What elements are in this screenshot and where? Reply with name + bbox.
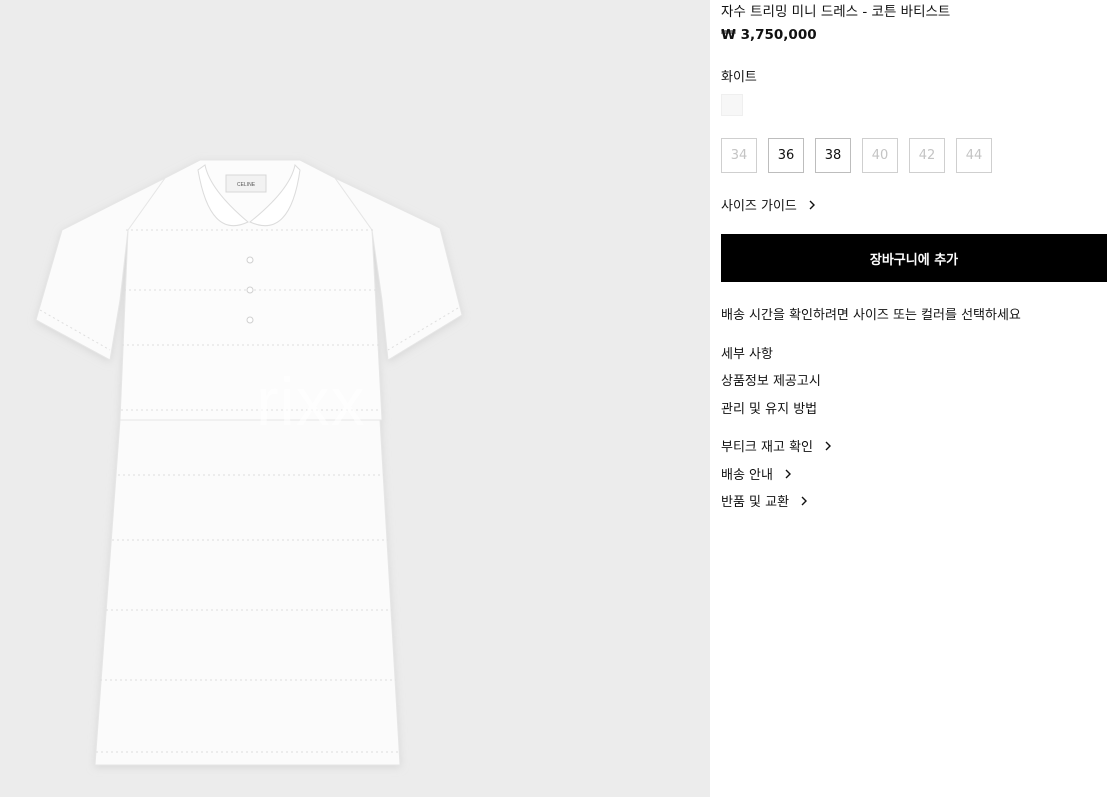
- size-option-42[interactable]: 42: [909, 138, 945, 173]
- details-toggle[interactable]: 세부 사항: [721, 343, 773, 362]
- size-selector: 34 36 38 40 42 44: [721, 138, 992, 173]
- watermark: rixx: [256, 364, 366, 440]
- shipping-info-label: 배송 안내: [721, 468, 773, 483]
- boutique-stock-link[interactable]: 부티크 재고 확인: [721, 436, 833, 455]
- returns-link[interactable]: 반품 및 교환: [721, 491, 809, 510]
- boutique-stock-label: 부티크 재고 확인: [721, 440, 813, 455]
- size-option-44[interactable]: 44: [956, 138, 992, 173]
- size-option-36[interactable]: 36: [768, 138, 804, 173]
- care-toggle[interactable]: 관리 및 유지 방법: [721, 398, 817, 417]
- size-option-40[interactable]: 40: [862, 138, 898, 173]
- color-name: 화이트: [721, 70, 757, 85]
- returns-label: 반품 및 교환: [721, 495, 790, 510]
- color-swatch-white[interactable]: [721, 94, 743, 116]
- product-price: ₩ 3,750,000: [721, 27, 817, 43]
- chevron-right-icon: [785, 469, 791, 478]
- size-option-38[interactable]: 38: [815, 138, 851, 173]
- delivery-note: 배송 시간을 확인하려면 사이즈 또는 컬러를 선택하세요: [721, 308, 1021, 323]
- product-title: 자수 트리밍 미니 드레스 - 코튼 바티스트: [721, 4, 951, 20]
- add-to-cart-button[interactable]: 장바구니에 추가: [721, 234, 1107, 282]
- product-notice-toggle[interactable]: 상품정보 제공고시: [721, 370, 821, 389]
- chevron-right-icon: [801, 496, 808, 505]
- shipping-info-link[interactable]: 배송 안내: [721, 464, 793, 483]
- chevron-right-icon: [809, 200, 815, 209]
- chevron-right-icon: [825, 441, 831, 450]
- brand-label: CELINE: [237, 182, 256, 188]
- size-option-34[interactable]: 34: [721, 138, 757, 173]
- product-image-panel[interactable]: CELINE rixx: [0, 0, 710, 797]
- size-guide-link[interactable]: 사이즈 가이드: [721, 195, 817, 214]
- size-guide-label: 사이즈 가이드: [721, 199, 797, 214]
